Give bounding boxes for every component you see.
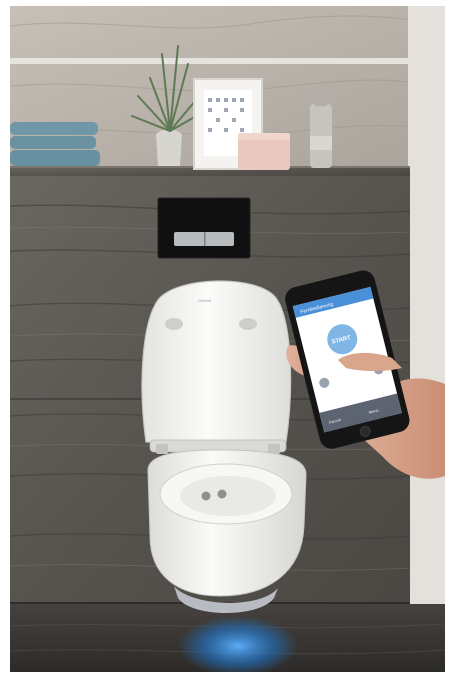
top-shelf xyxy=(10,58,410,64)
box-icon xyxy=(238,133,290,170)
image-frame: Geberit Fernbedienung START Favorit Menü xyxy=(0,0,455,678)
side-wall xyxy=(408,6,445,672)
brand-label: Geberit xyxy=(198,298,212,303)
toilet-icon: Geberit xyxy=(141,280,307,613)
towels-icon xyxy=(10,122,100,166)
bathroom-scene: Geberit Fernbedienung START Favorit Menü xyxy=(10,6,445,672)
bathroom-photo: Geberit Fernbedienung START Favorit Menü xyxy=(10,6,445,672)
flush-plate-icon xyxy=(157,197,251,259)
